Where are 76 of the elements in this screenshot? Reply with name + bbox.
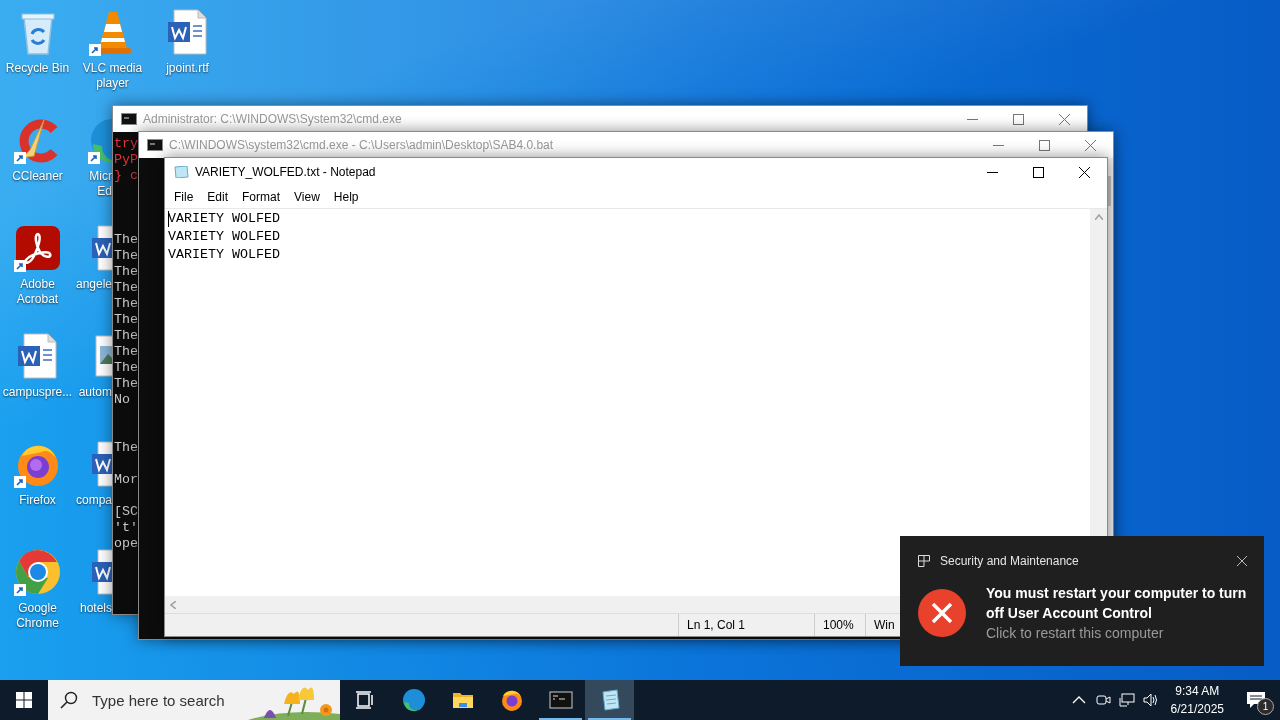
desktop-icon-label[interactable]: VLC media player [75, 61, 150, 91]
close-icon [1058, 113, 1070, 125]
volume-icon[interactable] [1142, 692, 1159, 708]
clock[interactable]: 9:34 AM 6/21/2025 [1162, 682, 1232, 718]
edge-icon [401, 688, 426, 712]
status-text: Ln 1, Col 1 [678, 614, 814, 636]
console-icon [147, 139, 163, 151]
notepad-icon [173, 166, 189, 178]
console-icon [548, 688, 573, 712]
desktop-icon-label[interactable]: Micr Ed [75, 169, 112, 199]
desktop-icon-label[interactable]: compa [75, 493, 112, 508]
console-line: The [114, 360, 138, 376]
console-line: The [114, 296, 138, 312]
security-icon [918, 555, 930, 567]
console-line: } c [114, 168, 138, 184]
status-text: 100% [814, 614, 865, 636]
console-line: The [114, 280, 138, 296]
desktop-icon-label[interactable]: hotels [75, 601, 112, 616]
error-icon [918, 589, 966, 637]
acrobat-icon [13, 224, 62, 272]
close-button[interactable] [1236, 555, 1248, 567]
taskbar-button[interactable] [585, 680, 634, 720]
notification-count-badge: 1 [1257, 698, 1274, 715]
console-line: 't' [114, 520, 138, 536]
console-line: The [114, 376, 138, 392]
window-title: VARIETY_WOLFED.txt - Notepad [195, 165, 377, 179]
notification-message[interactable]: Click to restart this computer [986, 623, 1248, 643]
console-line: ope [114, 536, 138, 552]
close-icon [1078, 166, 1090, 178]
desktop-icon-label[interactable]: Firefox [19, 493, 56, 508]
console-line: No [114, 392, 130, 408]
console-line: [SC [114, 504, 138, 520]
windows-logo-icon [16, 692, 32, 708]
console-line: The [114, 264, 138, 280]
console-line: try [114, 136, 138, 152]
camera-icon[interactable] [1094, 692, 1111, 708]
desktop-icon-label[interactable]: jpoint.rtf [166, 61, 209, 76]
console-line: The [114, 344, 138, 360]
console-line: The [114, 328, 138, 344]
search-field[interactable]: Type here to search [92, 691, 272, 709]
notification-title: You must restart your computer to turn off User Account Control [986, 584, 1248, 623]
close-icon [1084, 139, 1096, 151]
notifications-button[interactable]: 1 [1232, 680, 1280, 720]
maximize-icon [1012, 113, 1024, 125]
menu-item[interactable]: View [287, 187, 327, 207]
maximize-icon [1032, 166, 1044, 178]
desktop-icon-label[interactable]: campuspre... [2, 385, 73, 400]
console-line: The [114, 312, 138, 328]
console-line: The [114, 440, 138, 456]
menu-item[interactable]: File [167, 187, 201, 207]
network-icon[interactable] [1118, 692, 1135, 708]
console-line: The [114, 232, 138, 248]
maximize-icon [1038, 139, 1050, 151]
edge-icon [88, 116, 112, 164]
console-line: The [114, 248, 138, 264]
console-icon [121, 113, 137, 125]
window-title: Administrator: C:\WINDOWS\System32\cmd.exe [143, 112, 403, 126]
close-icon [1236, 555, 1248, 567]
menu-item[interactable]: Format [235, 187, 288, 207]
notification-source: Security and Maintenance [940, 554, 1080, 568]
chrome-icon [13, 548, 62, 596]
desktop-icon-label[interactable]: Recycle Bin [5, 61, 70, 76]
firefox-icon [499, 688, 524, 712]
menu-item[interactable]: Edit [200, 187, 236, 207]
window-title: C:\WINDOWS\system32\cmd.exe - C:\Users\admin\Desktop\SAB4.0.bat [169, 138, 555, 152]
notification-toast[interactable]: Security and Maintenance You must restart your computer to turn off User Account Control Click to restart this computer [900, 536, 1264, 666]
desktop-icon-label[interactable]: autom [75, 385, 112, 400]
desktop-icon-label[interactable]: CCleaner [12, 169, 63, 184]
desktop-icon-label[interactable]: angele [75, 277, 112, 292]
desktop-icon-label[interactable]: Adobe Acrobat [0, 277, 75, 307]
desktop-icon-label[interactable]: Google Chrome [0, 601, 75, 631]
menu-item[interactable]: Help [326, 187, 366, 207]
console-line: Mor [114, 472, 138, 488]
console-line: PyP [114, 152, 138, 168]
search-icon [60, 691, 78, 709]
search-box[interactable]: Type here to search [48, 680, 340, 720]
